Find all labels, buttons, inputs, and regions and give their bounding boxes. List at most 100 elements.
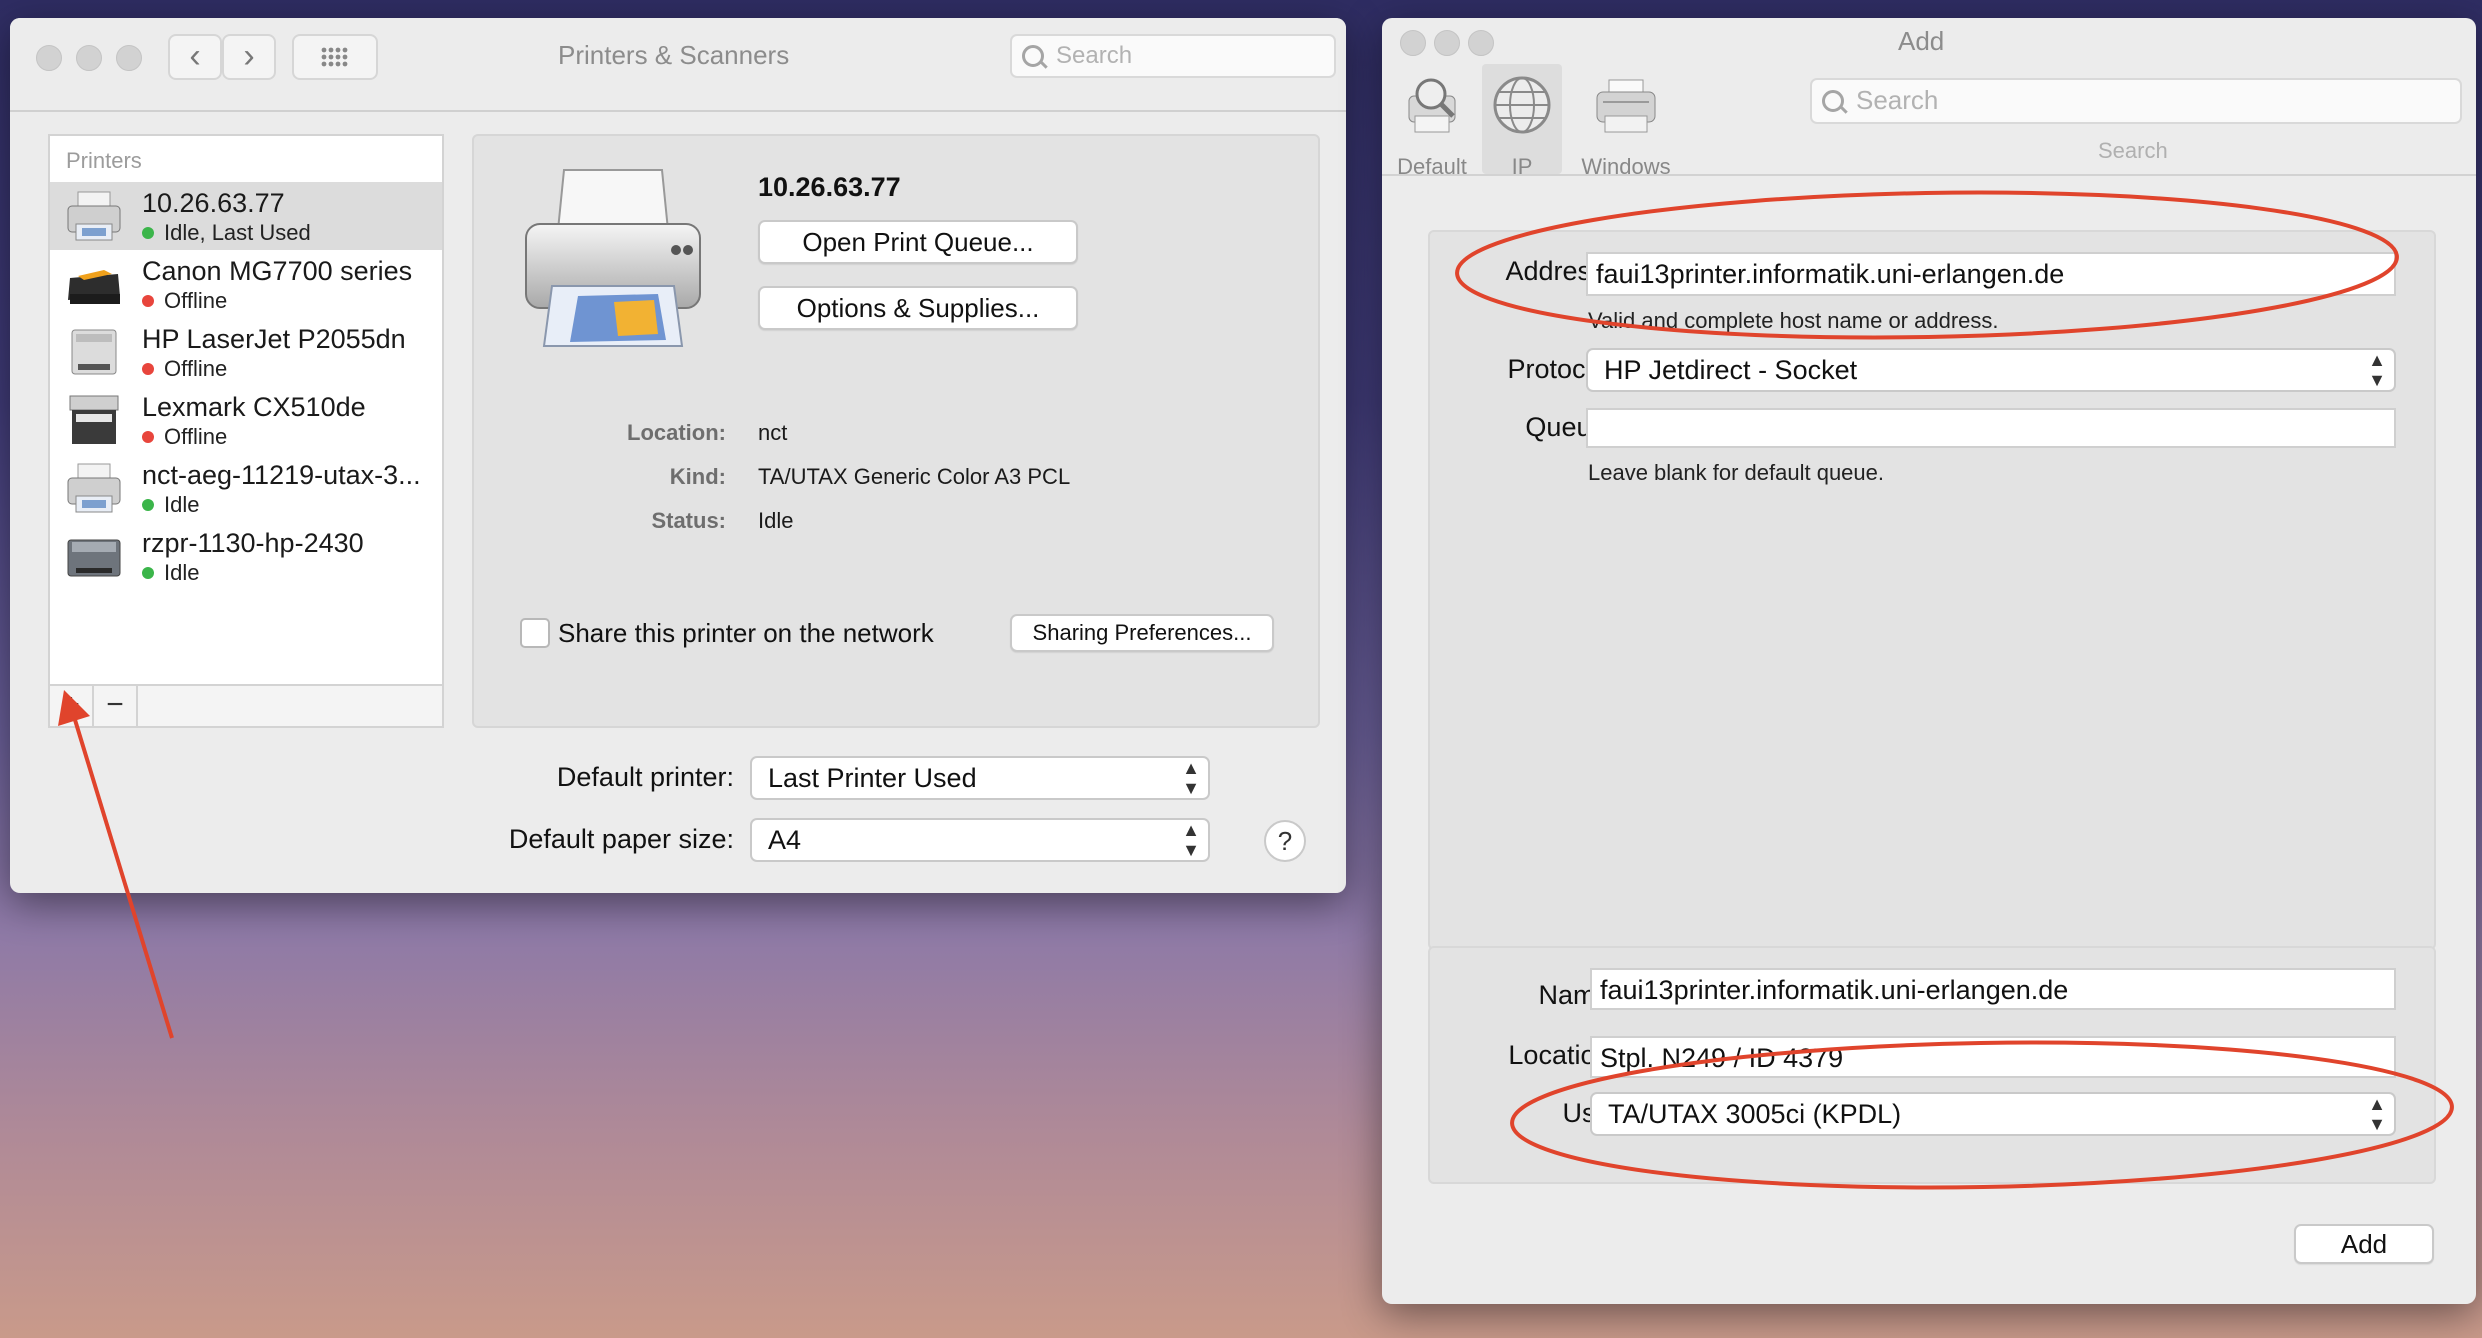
printer-list-header: Printers bbox=[66, 148, 142, 173]
printer-status-text: Offline bbox=[164, 356, 228, 381]
close-button[interactable] bbox=[1400, 30, 1426, 56]
back-button[interactable]: ‹ bbox=[168, 34, 222, 80]
minimize-button[interactable] bbox=[1434, 30, 1460, 56]
list-item[interactable]: 10.26.63.77 Idle, Last Used bbox=[50, 182, 442, 250]
printer-status-text: Idle bbox=[164, 492, 200, 517]
laser-printer-icon bbox=[67, 539, 121, 577]
printer-status-text: Offline bbox=[164, 424, 228, 449]
window-title: Printers & Scanners bbox=[558, 40, 790, 70]
chevron-right-icon: › bbox=[243, 37, 255, 75]
status-value: Idle bbox=[758, 508, 794, 533]
address-label: Address: bbox=[1505, 256, 1612, 286]
location-value: nct bbox=[758, 420, 788, 445]
add-search-input[interactable]: Search bbox=[1810, 78, 2462, 124]
inkjet-printer-icon bbox=[67, 463, 121, 513]
zoom-button[interactable] bbox=[116, 45, 142, 71]
location-value: Stpl. N249 / ID 4379 bbox=[1600, 1043, 1844, 1073]
grid-icon bbox=[321, 47, 348, 67]
mfp-printer-icon bbox=[69, 395, 119, 444]
list-item[interactable]: nct-aeg-11219-utax-3... Idle bbox=[50, 454, 442, 522]
status-dot bbox=[142, 567, 154, 579]
status-dot bbox=[142, 431, 154, 443]
help-button[interactable]: ? bbox=[1264, 820, 1306, 862]
default-printer-value: Last Printer Used bbox=[768, 763, 977, 793]
status-dot bbox=[142, 363, 154, 375]
remove-printer-button[interactable]: − bbox=[94, 686, 138, 726]
globe-icon bbox=[1493, 76, 1551, 134]
toolbar: Add Default IP Windows Search Search bbox=[1382, 18, 2476, 179]
add-printer-button[interactable]: + bbox=[50, 686, 94, 726]
close-button[interactable] bbox=[36, 45, 62, 71]
printer-status: Idle bbox=[142, 492, 199, 518]
default-printer-icon bbox=[1408, 78, 1456, 133]
printer-status-text: Offline bbox=[164, 288, 228, 313]
printer-detail-pane: 10.26.63.77 Open Print Queue... Options … bbox=[472, 134, 1320, 728]
search-icon bbox=[1822, 90, 1844, 112]
add-search-placeholder: Search bbox=[1856, 85, 1939, 115]
printer-list-footer: + − bbox=[50, 684, 442, 726]
ip-settings-group bbox=[1428, 230, 2436, 950]
address-field[interactable]: faui13printer.informatik.uni-erlangen.de bbox=[1586, 252, 2396, 296]
printer-status-text: Idle, Last Used bbox=[164, 220, 311, 245]
printer-name: Lexmark CX510de bbox=[142, 392, 366, 422]
options-supplies-button[interactable]: Options & Supplies... bbox=[758, 286, 1078, 330]
open-print-queue-button[interactable]: Open Print Queue... bbox=[758, 220, 1078, 264]
list-item[interactable]: HP LaserJet P2055dn Offline bbox=[50, 318, 442, 386]
default-paper-label: Default paper size: bbox=[508, 824, 734, 854]
updown-arrows-icon: ▲ ▼ bbox=[1182, 820, 1200, 860]
protocol-value: HP Jetdirect - Socket bbox=[1604, 355, 1858, 385]
toolbar-windows-label: Windows bbox=[1581, 154, 1671, 179]
address-hint: Valid and complete host name or address. bbox=[1588, 308, 1999, 333]
printer-list: Printers 10.26.63.77 Idle, Last Used Can… bbox=[48, 134, 444, 728]
zoom-button[interactable] bbox=[1468, 30, 1494, 56]
printer-name: HP LaserJet P2055dn bbox=[142, 324, 406, 354]
printer-name: 10.26.63.77 bbox=[142, 188, 285, 218]
chevron-left-icon: ‹ bbox=[189, 37, 201, 75]
status-dot bbox=[142, 227, 154, 239]
address-value: faui13printer.informatik.uni-erlangen.de bbox=[1596, 259, 2065, 289]
default-printer-select[interactable]: Last Printer Used ▲ ▼ bbox=[750, 756, 1210, 800]
location-field[interactable]: Stpl. N249 / ID 4379 bbox=[1590, 1036, 2396, 1078]
kind-label: Kind: bbox=[669, 464, 726, 489]
printer-status: Offline bbox=[142, 288, 227, 314]
updown-arrows-icon: ▲ ▼ bbox=[2368, 1094, 2386, 1134]
list-item[interactable]: Canon MG7700 series Offline bbox=[50, 250, 442, 318]
inkjet-printer-icon bbox=[67, 191, 121, 241]
show-all-button[interactable] bbox=[292, 34, 378, 80]
status-label: Status: bbox=[651, 508, 726, 533]
toolbar-default-tab[interactable]: Default bbox=[1382, 68, 1482, 179]
printer-status-text: Idle bbox=[164, 560, 200, 585]
name-field[interactable]: faui13printer.informatik.uni-erlangen.de bbox=[1590, 968, 2396, 1010]
use-value: TA/UTAX 3005ci (KPDL) bbox=[1608, 1099, 1902, 1129]
printers-scanners-window: ‹ › Printers & Scanners Search Printers bbox=[10, 18, 1346, 893]
toolbar-ip-label: IP bbox=[1511, 154, 1533, 179]
printer-name: rzpr-1130-hp-2430 bbox=[142, 528, 364, 558]
printer-name: nct-aeg-11219-utax-3... bbox=[142, 460, 421, 490]
toolbar-windows-tab[interactable]: Windows bbox=[1564, 68, 1688, 179]
forward-button[interactable]: › bbox=[222, 34, 276, 80]
queue-hint: Leave blank for default queue. bbox=[1588, 460, 1885, 485]
default-printer-label: Default printer: bbox=[556, 762, 734, 792]
default-paper-select[interactable]: A4 ▲ ▼ bbox=[750, 818, 1210, 862]
minimize-button[interactable] bbox=[76, 45, 102, 71]
toolbar-ip-tab[interactable]: IP bbox=[1482, 64, 1562, 179]
protocol-select[interactable]: HP Jetdirect - Socket ▲ ▼ bbox=[1586, 348, 2396, 392]
multifunction-printer-icon bbox=[68, 270, 120, 304]
titlebar: ‹ › Printers & Scanners Search bbox=[10, 18, 1346, 112]
window-title: Add bbox=[1898, 26, 1945, 56]
name-value: faui13printer.informatik.uni-erlangen.de bbox=[1600, 975, 2069, 1005]
use-select[interactable]: TA/UTAX 3005ci (KPDL) ▲ ▼ bbox=[1590, 1092, 2396, 1136]
printer-status: Offline bbox=[142, 424, 227, 450]
status-dot bbox=[142, 499, 154, 511]
queue-field[interactable] bbox=[1586, 408, 2396, 448]
search-input[interactable]: Search bbox=[1010, 34, 1336, 78]
sharing-preferences-button[interactable]: Sharing Preferences... bbox=[1010, 614, 1274, 652]
share-printer-checkbox[interactable] bbox=[520, 618, 550, 648]
list-item[interactable]: Lexmark CX510de Offline bbox=[50, 386, 442, 454]
printer-large-icon bbox=[525, 169, 701, 347]
list-item[interactable]: rzpr-1130-hp-2430 Idle bbox=[50, 522, 442, 590]
search-placeholder: Search bbox=[1056, 42, 1133, 69]
add-button[interactable]: Add bbox=[2294, 1224, 2434, 1264]
add-printer-window: Add Default IP Windows Search Search Add… bbox=[1382, 18, 2476, 1304]
status-dot bbox=[142, 295, 154, 307]
